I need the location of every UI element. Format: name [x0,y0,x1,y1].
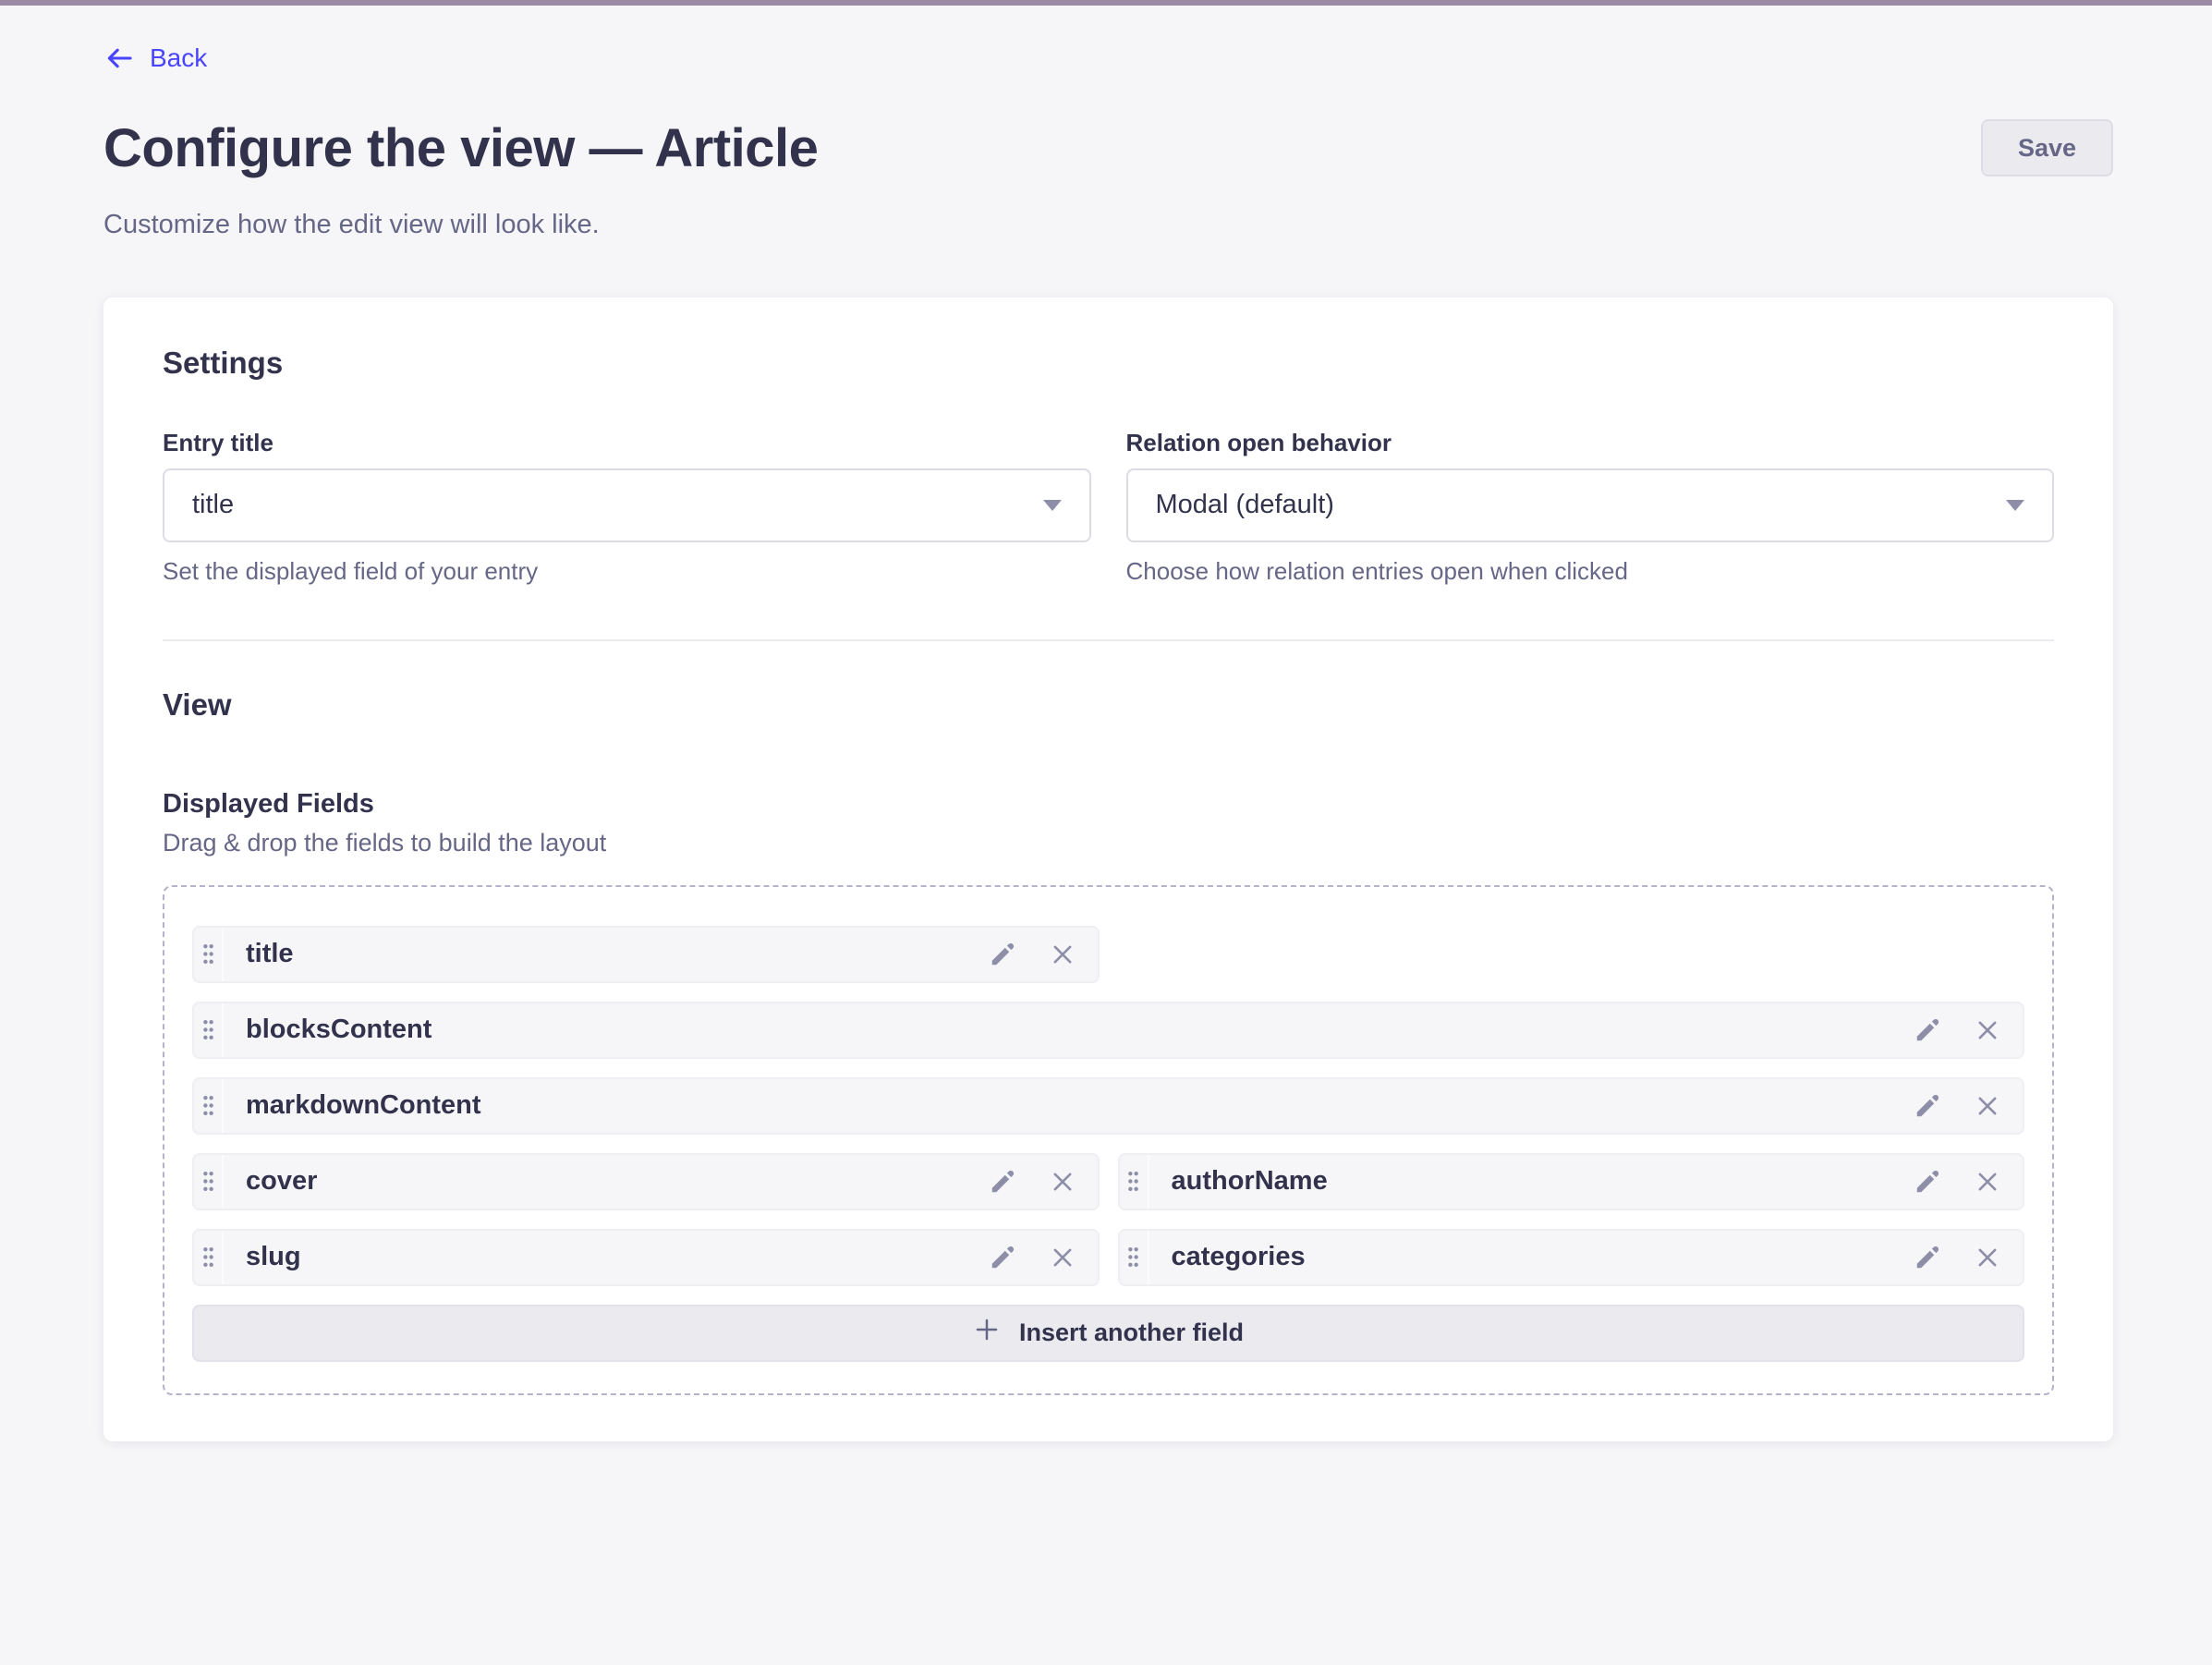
pencil-icon [1914,1033,1941,1047]
remove-field-button[interactable] [1975,1017,2000,1043]
drag-handle-icon[interactable] [1120,1231,1149,1284]
field-label: cover [224,1166,989,1197]
insert-field-label: Insert another field [1019,1319,1244,1347]
edit-field-button[interactable] [989,941,1016,968]
pencil-icon [989,1260,1016,1274]
remove-field-button[interactable] [1050,1245,1076,1270]
field-label: authorName [1149,1166,1914,1197]
edit-field-button[interactable] [1914,1168,1941,1196]
edit-field-button[interactable] [1914,1092,1941,1120]
x-icon [1050,1184,1076,1197]
back-label: Back [150,43,207,73]
field-row-title[interactable]: title [192,926,1100,983]
entry-title-value: title [192,490,234,520]
pencil-icon [1914,1260,1941,1274]
insert-field-button[interactable]: Insert another field [192,1305,2024,1362]
relation-behavior-label: Relation open behavior [1126,429,2055,457]
plus-icon [973,1316,1001,1350]
remove-field-button[interactable] [1050,1169,1076,1195]
page-header: Configure the view — Article Save [103,119,2113,178]
page-subtitle: Customize how the edit view will look li… [103,210,2113,240]
settings-grid: Entry title title Set the displayed fiel… [163,429,2054,586]
field-row-slug[interactable]: slug [192,1229,1100,1286]
displayed-fields-label: Displayed Fields [163,789,2054,820]
edit-field-button[interactable] [1914,1244,1941,1271]
configuration-card: Settings Entry title title Set the displ… [103,298,2113,1441]
view-heading: View [163,687,2054,723]
relation-behavior-value: Modal (default) [1156,490,1334,520]
relation-behavior-hint: Choose how relation entries open when cl… [1126,557,2055,586]
displayed-fields-hint: Drag & drop the fields to build the layo… [163,829,2054,857]
field-row-markdownContent[interactable]: markdownContent [192,1077,2024,1135]
pencil-icon [1914,1109,1941,1123]
x-icon [1050,956,1076,970]
drag-handle-icon[interactable] [194,1003,224,1057]
configure-view-page: Back Configure the view — Article Save C… [0,6,2212,1441]
save-button[interactable]: Save [1981,119,2113,176]
x-icon [1050,1259,1076,1273]
chevron-down-icon [2006,500,2024,511]
fields-dropzone: title blocksContent [163,885,2054,1395]
edit-field-button[interactable] [989,1244,1016,1271]
edit-field-button[interactable] [989,1168,1016,1196]
x-icon [1975,1032,2000,1046]
x-icon [1975,1184,2000,1197]
field-row-cover[interactable]: cover [192,1153,1100,1210]
pencil-icon [1914,1185,1941,1198]
chevron-down-icon [1043,500,1062,511]
drag-handle-icon[interactable] [194,1079,224,1133]
field-label: blocksContent [224,1015,1914,1045]
remove-field-button[interactable] [1975,1169,2000,1195]
section-divider [163,639,2054,641]
entry-title-hint: Set the displayed field of your entry [163,557,1091,586]
field-label: markdownContent [224,1090,1914,1121]
back-link[interactable]: Back [103,43,207,74]
field-row-categories[interactable]: categories [1118,1229,2025,1286]
pencil-icon [989,1185,1016,1198]
pencil-icon [989,957,1016,971]
remove-field-button[interactable] [1975,1245,2000,1270]
entry-title-field-group: Entry title title Set the displayed fiel… [163,429,1091,586]
relation-behavior-field-group: Relation open behavior Modal (default) C… [1126,429,2055,586]
field-label: slug [224,1242,989,1272]
x-icon [1975,1108,2000,1122]
remove-field-button[interactable] [1975,1093,2000,1119]
entry-title-label: Entry title [163,429,1091,457]
remove-field-button[interactable] [1050,942,1076,967]
x-icon [1975,1259,2000,1273]
arrow-left-icon [103,43,135,74]
field-row-authorName[interactable]: authorName [1118,1153,2025,1210]
field-row-blocksContent[interactable]: blocksContent [192,1002,2024,1059]
settings-heading: Settings [163,346,2054,381]
entry-title-select[interactable]: title [163,468,1091,542]
drag-handle-icon[interactable] [194,928,224,981]
relation-behavior-select[interactable]: Modal (default) [1126,468,2055,542]
edit-field-button[interactable] [1914,1016,1941,1044]
drag-handle-icon[interactable] [194,1231,224,1284]
drag-handle-icon[interactable] [194,1155,224,1209]
field-label: categories [1149,1242,1914,1272]
page-title: Configure the view — Article [103,119,818,178]
field-label: title [224,939,989,969]
drag-handle-icon[interactable] [1120,1155,1149,1209]
